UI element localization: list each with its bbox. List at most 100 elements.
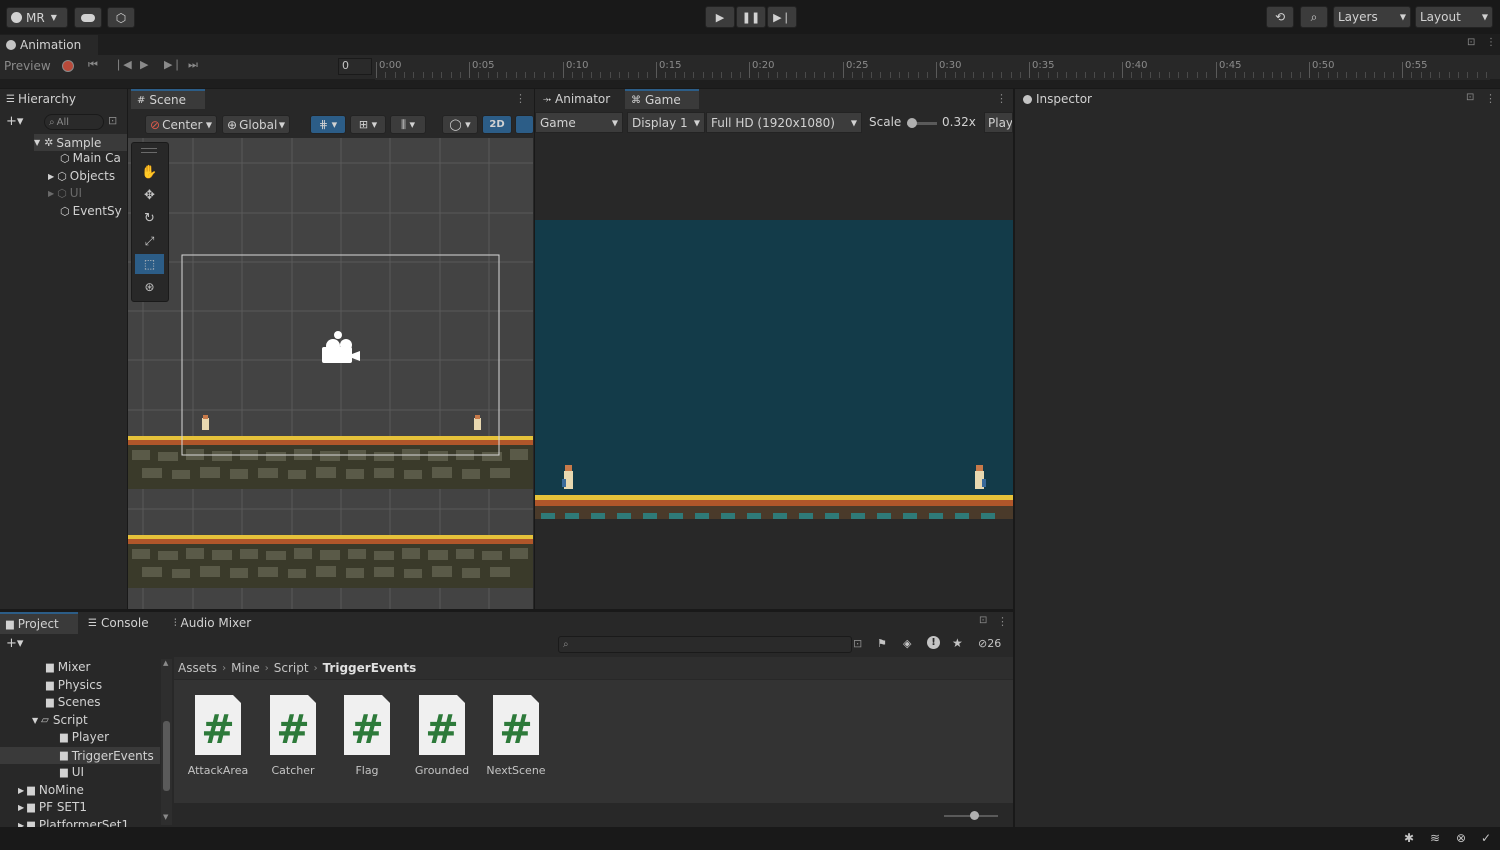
play-button[interactable]: ▶ bbox=[705, 6, 735, 28]
first-key-icon[interactable]: ⏮ bbox=[88, 58, 98, 72]
layout-dropdown[interactable]: Layout ▼ bbox=[1415, 6, 1493, 28]
tab-inspector[interactable]: Inspector bbox=[1017, 89, 1101, 109]
resolution-dropdown[interactable]: Full HD (1920x1080) ▼ bbox=[706, 112, 862, 133]
collab-button[interactable]: ⬡ bbox=[107, 7, 135, 28]
scroll-down-icon[interactable]: ▼ bbox=[163, 813, 168, 821]
rect-tool-icon[interactable]: ⬚ bbox=[135, 254, 164, 274]
space-dropdown[interactable]: ⊕ Global ▼ bbox=[222, 115, 290, 134]
rotate-tool-icon[interactable]: ↻ bbox=[135, 208, 164, 228]
hand-tool-icon[interactable]: ✋ bbox=[135, 162, 164, 182]
cache-server-icon[interactable]: ≋ bbox=[1430, 831, 1440, 845]
asset-file-grounded[interactable]: # bbox=[419, 695, 465, 755]
increment-snap-button[interactable]: ⫼ ▾ bbox=[390, 115, 426, 134]
prev-key-icon[interactable]: ❘◀ bbox=[114, 58, 132, 71]
layers-dropdown[interactable]: Layers ▼ bbox=[1333, 6, 1411, 28]
hierarchy-item-scene[interactable]: ▼ ✲ Sample bbox=[34, 134, 127, 151]
next-key-icon[interactable]: ▶❘ bbox=[164, 58, 182, 71]
project-search-input[interactable]: ⌕ bbox=[558, 636, 852, 653]
breadcrumb-item[interactable]: Assets bbox=[178, 661, 217, 675]
folder-item-mixer[interactable]: ▆ Mixer bbox=[46, 660, 90, 674]
mode-2d-toggle[interactable]: 2D bbox=[482, 115, 512, 134]
game-viewport[interactable] bbox=[535, 135, 1013, 609]
hierarchy-item-eventsystem[interactable]: ⬡ EventSy bbox=[60, 204, 122, 218]
pause-button[interactable]: ❚❚ bbox=[736, 6, 766, 28]
preview-label[interactable]: Preview bbox=[4, 59, 51, 73]
hierarchy-filter-icon[interactable]: ⊡ bbox=[108, 114, 117, 127]
grid-toggle-button[interactable]: ⊞ ▾ bbox=[350, 115, 386, 134]
hierarchy-add-button[interactable]: +▾ bbox=[6, 114, 23, 129]
display-dropdown[interactable]: Display 1 ▼ bbox=[627, 112, 705, 133]
hierarchy-item-main-camera[interactable]: ⬡ Main Ca bbox=[60, 151, 121, 165]
favorite-star-icon[interactable]: ★ bbox=[952, 636, 963, 650]
tab-project[interactable]: ▆ Project bbox=[0, 612, 78, 634]
play-focused-dropdown[interactable]: Play bbox=[984, 112, 1013, 133]
asset-file-catcher[interactable]: # bbox=[270, 695, 316, 755]
scene-viewport[interactable] bbox=[128, 138, 533, 609]
asset-file-flag[interactable]: # bbox=[344, 695, 390, 755]
auto-generate-lighting-icon[interactable]: ⊗ bbox=[1456, 831, 1466, 845]
tab-console[interactable]: ☰ Console bbox=[82, 612, 162, 634]
frame-input[interactable]: 0 bbox=[338, 58, 372, 75]
search-by-label-icon[interactable]: ⚑ bbox=[877, 637, 887, 650]
account-dropdown[interactable]: MR ▼ bbox=[6, 7, 68, 28]
scrollbar-thumb[interactable] bbox=[163, 721, 170, 791]
tab-audio-mixer[interactable]: ⫶ Audio Mixer bbox=[168, 612, 268, 634]
tab-game[interactable]: ⌘ Game bbox=[625, 89, 699, 109]
project-add-button[interactable]: +▾ bbox=[6, 636, 23, 651]
tab-hierarchy[interactable]: ☰ Hierarchy bbox=[0, 89, 127, 109]
scene-menu-icon[interactable]: ⋮ bbox=[515, 92, 526, 105]
progress-check-icon[interactable]: ✓ bbox=[1481, 831, 1491, 845]
slider-thumb[interactable] bbox=[970, 811, 979, 820]
inspector-lock-icon[interactable]: ⊡ bbox=[1466, 92, 1474, 103]
scale-slider[interactable] bbox=[907, 118, 937, 128]
window-menu-icon[interactable]: ⋮ bbox=[1486, 37, 1496, 48]
search-by-tag-icon[interactable]: ◈ bbox=[903, 637, 911, 650]
breadcrumb-item[interactable]: Script bbox=[274, 661, 309, 675]
hidden-packages-toggle[interactable]: ⊘26 bbox=[978, 637, 1001, 650]
hierarchy-search-input[interactable]: ⌕ All bbox=[44, 114, 104, 130]
slider-thumb[interactable] bbox=[907, 118, 917, 128]
search-by-type-icon[interactable]: ⊡ bbox=[853, 637, 862, 650]
transform-tool-icon[interactable]: ⊛ bbox=[135, 277, 164, 297]
breadcrumb-item[interactable]: TriggerEvents bbox=[323, 661, 417, 675]
search-button[interactable]: ⌕ bbox=[1300, 6, 1328, 28]
draw-mode-button[interactable]: ◯ ▾ bbox=[442, 115, 478, 134]
inspector-menu-icon[interactable]: ⋮ bbox=[1485, 92, 1496, 105]
breadcrumb-item[interactable]: Mine bbox=[231, 661, 260, 675]
grid-snap-button[interactable]: ⋕ ▾ bbox=[310, 115, 346, 134]
folder-item-player[interactable]: ▆ Player bbox=[60, 730, 109, 744]
step-button[interactable]: ▶❘ bbox=[767, 6, 797, 28]
tab-scene[interactable]: # Scene bbox=[131, 89, 205, 109]
pivot-dropdown[interactable]: ⊘ Center ▼ bbox=[145, 115, 217, 134]
project-lock-icon[interactable]: ⊡ bbox=[979, 615, 987, 626]
game-menu-icon[interactable]: ⋮ bbox=[996, 92, 1007, 105]
tab-animation[interactable]: Animation bbox=[0, 35, 98, 55]
last-key-icon[interactable]: ⏭ bbox=[188, 58, 198, 72]
asset-file-attackarea[interactable]: # bbox=[195, 695, 241, 755]
camera-gizmo-icon[interactable] bbox=[320, 331, 362, 371]
folder-item-physics[interactable]: ▆ Physics bbox=[46, 678, 102, 692]
record-icon[interactable] bbox=[62, 60, 74, 72]
lighting-toggle[interactable] bbox=[515, 115, 534, 134]
hierarchy-item-ui[interactable]: ▶ ⬡ UI bbox=[48, 186, 82, 200]
folder-item-platformerset1[interactable]: ▶ ▆ PlatformerSet1 bbox=[18, 818, 129, 827]
scale-tool-icon[interactable]: ⤢ bbox=[135, 231, 164, 251]
asset-file-nextscene[interactable]: # bbox=[493, 695, 539, 755]
window-lock-icon[interactable]: ⊡ bbox=[1467, 37, 1475, 48]
folder-tree-scrollbar[interactable]: ▲ ▼ bbox=[161, 659, 172, 825]
folder-item-ui[interactable]: ▆ UI bbox=[60, 765, 84, 779]
folder-item-script[interactable]: ▼ ▱ Script bbox=[32, 713, 88, 727]
icon-size-slider[interactable] bbox=[944, 811, 998, 820]
game-view-dropdown[interactable]: Game ▼ bbox=[535, 112, 623, 133]
undo-history-button[interactable]: ⟲ bbox=[1266, 6, 1294, 28]
folder-item-scenes[interactable]: ▆ Scenes bbox=[46, 695, 101, 709]
project-menu-icon[interactable]: ⋮ bbox=[997, 615, 1008, 628]
palette-drag-handle[interactable] bbox=[141, 148, 157, 153]
folder-item-pf-set1[interactable]: ▶ ▆ PF SET1 bbox=[18, 800, 87, 814]
folder-item-triggerevents[interactable]: ▆ TriggerEvents bbox=[0, 747, 160, 764]
cloud-button[interactable] bbox=[74, 7, 102, 28]
tab-animator[interactable]: ⤞ Animator bbox=[537, 89, 623, 109]
scroll-up-icon[interactable]: ▲ bbox=[163, 659, 168, 667]
move-tool-icon[interactable]: ✥ bbox=[135, 185, 164, 205]
folder-item-nomine[interactable]: ▶ ▆ NoMine bbox=[18, 783, 84, 797]
